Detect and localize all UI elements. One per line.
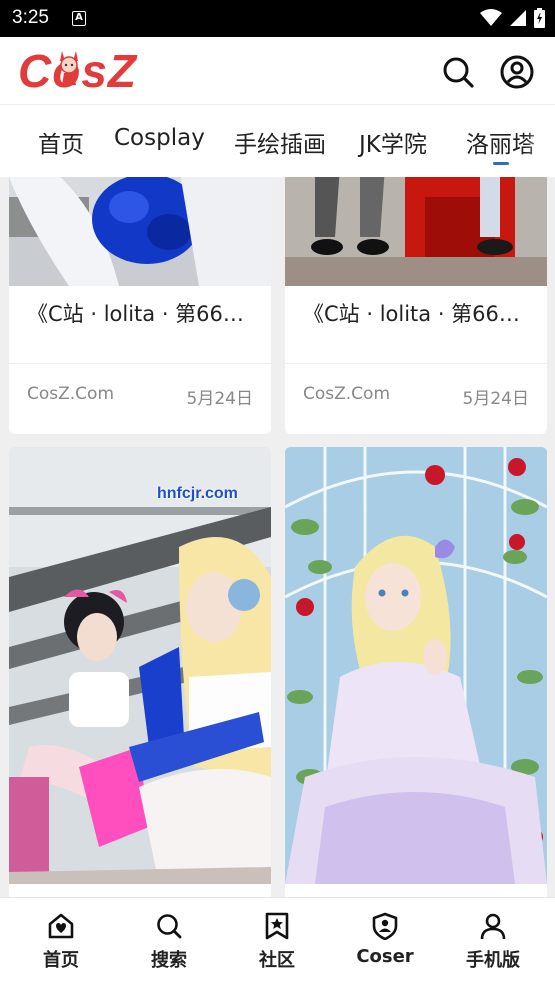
logo[interactable]: CosZ — [18, 45, 137, 97]
post-title[interactable]: 《C站 · lolita · 第663… — [285, 298, 547, 328]
category-tabs: 首页 Cosplay 手绘插画 JK学院 洛丽塔 — [0, 105, 555, 177]
nav-home[interactable]: 首页 — [16, 912, 106, 972]
watermark-text: hnfcjr.com — [157, 485, 238, 502]
nav-search-label: 搜索 — [151, 950, 187, 971]
post-card[interactable] — [285, 447, 547, 897]
post-source: CosZ.Com — [27, 384, 115, 404]
person-icon — [480, 913, 506, 940]
post-thumbnail[interactable] — [285, 177, 547, 286]
tab-jk[interactable]: JK学院 — [359, 125, 427, 159]
tab-home[interactable]: 首页 — [38, 125, 84, 159]
account-icon[interactable] — [500, 55, 534, 89]
search-icon — [157, 914, 182, 939]
nav-community-label: 社区 — [259, 950, 295, 971]
nav-mobile[interactable]: 手机版 — [448, 912, 538, 972]
post-date: 5月24日 — [186, 389, 253, 409]
shield-person-icon — [372, 912, 398, 940]
tab-cosplay[interactable]: Cosplay — [114, 125, 205, 151]
post-footer: CosZ.Com 5月24日 — [9, 363, 271, 421]
post-thumbnail[interactable] — [9, 447, 271, 884]
post-grid: 《C站 · lolita · 第664… CosZ.Com 5月24日 《C站 … — [0, 177, 555, 897]
notification-app-icon: A — [72, 11, 86, 26]
bottom-nav: 首页 搜索 社区 Coser 手机版 — [0, 897, 555, 985]
battery-icon — [534, 8, 545, 28]
post-card[interactable]: 《C站 · lolita · 第663… CosZ.Com 5月24日 — [285, 177, 547, 434]
bookmark-star-icon — [265, 912, 289, 940]
post-card[interactable]: hnfcjr.com — [9, 447, 271, 897]
nav-coser[interactable]: Coser — [340, 912, 430, 967]
status-time: 3:25 — [12, 7, 49, 28]
app-header: CosZ — [0, 37, 555, 105]
post-card[interactable]: 《C站 · lolita · 第664… CosZ.Com 5月24日 — [9, 177, 271, 434]
nav-mobile-label: 手机版 — [466, 950, 520, 971]
post-title[interactable]: 《C站 · lolita · 第664… — [9, 298, 271, 328]
tab-illustration[interactable]: 手绘插画 — [234, 125, 326, 159]
home-heart-icon — [48, 913, 74, 939]
tab-fade — [525, 105, 555, 177]
mascot-icon — [60, 51, 78, 85]
nav-community[interactable]: 社区 — [232, 912, 322, 972]
search-icon[interactable] — [441, 55, 475, 89]
status-bar: 3:25 A — [0, 0, 555, 37]
nav-home-label: 首页 — [43, 950, 79, 971]
wifi-icon — [480, 9, 502, 26]
nav-coser-label: Coser — [356, 946, 414, 967]
post-date: 5月24日 — [462, 389, 529, 409]
post-thumbnail[interactable] — [9, 177, 271, 286]
nav-search[interactable]: 搜索 — [124, 912, 214, 972]
active-tab-indicator — [493, 162, 509, 165]
post-footer: CosZ.Com 5月24日 — [285, 363, 547, 421]
cell-signal-icon — [510, 10, 526, 26]
post-thumbnail[interactable] — [285, 447, 547, 884]
post-source: CosZ.Com — [303, 384, 391, 404]
